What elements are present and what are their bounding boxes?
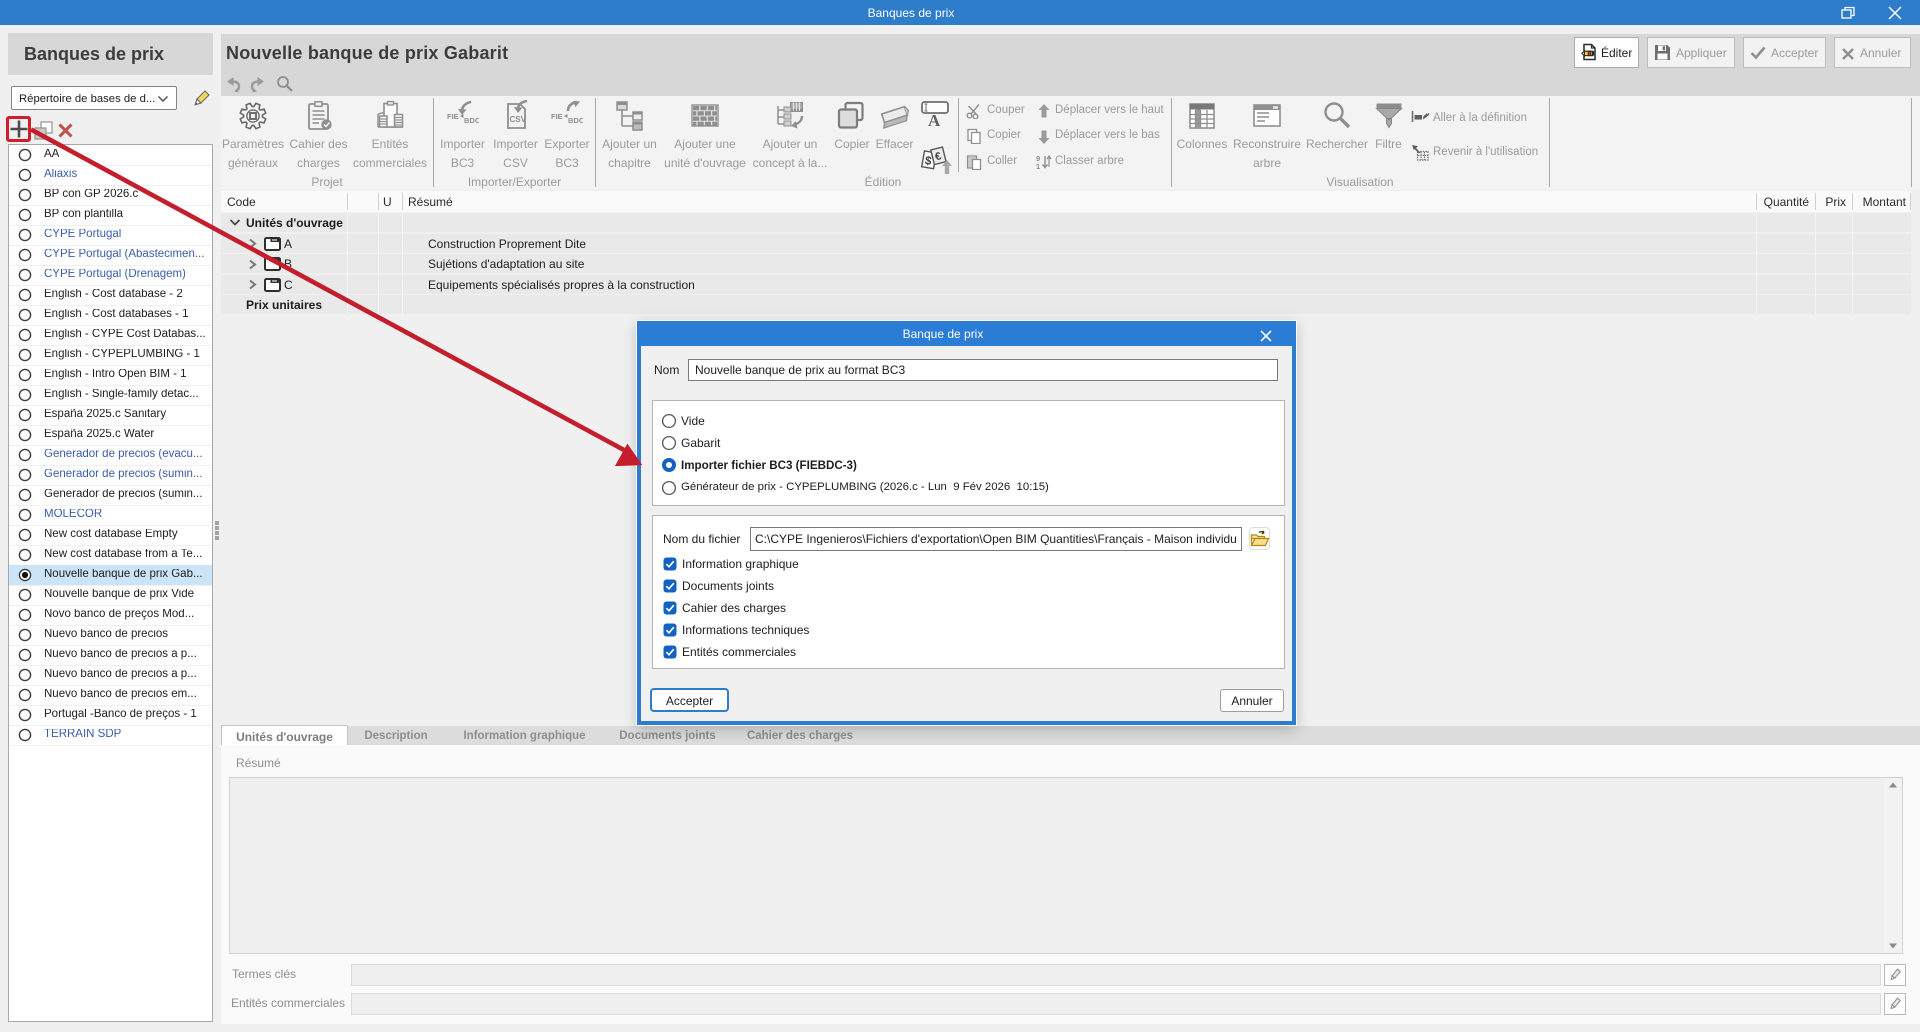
svg-text:BDC: BDC	[568, 116, 583, 125]
svg-text:FIE: FIE	[447, 112, 459, 121]
svg-text:A: A	[928, 111, 941, 130]
svg-text:1: 1	[1036, 162, 1040, 170]
svg-text:CSV: CSV	[509, 115, 526, 124]
svg-text:BDC: BDC	[464, 116, 479, 125]
svg-text:FIE: FIE	[551, 112, 563, 121]
